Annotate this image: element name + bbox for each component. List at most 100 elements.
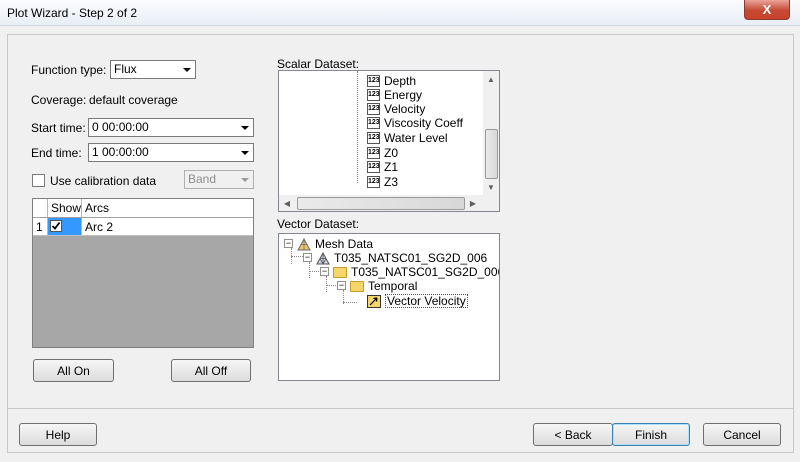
end-time-dropdown[interactable]: 1 00:00:00 bbox=[88, 143, 254, 162]
tree-item-label: Mesh Data bbox=[315, 237, 374, 251]
start-time-dropdown[interactable]: 0 00:00:00 bbox=[88, 118, 254, 137]
scroll-left-icon[interactable]: ◀ bbox=[279, 195, 295, 211]
scrollbar-corner bbox=[483, 195, 499, 211]
calibration-band-value: Band bbox=[188, 172, 217, 186]
column-show[interactable]: Show bbox=[48, 199, 82, 217]
cancel-button[interactable]: Cancel bbox=[703, 423, 781, 446]
start-time-label: Start time: bbox=[31, 121, 86, 135]
function-type-dropdown[interactable]: Flux bbox=[110, 60, 196, 79]
scalar-item-energy[interactable]: 123 Energy bbox=[367, 88, 422, 102]
collapse-icon[interactable]: − bbox=[284, 239, 293, 248]
scroll-right-icon[interactable]: ▶ bbox=[465, 195, 481, 211]
all-on-button[interactable]: All On bbox=[33, 359, 114, 382]
dataset-icon: 123 bbox=[367, 117, 380, 129]
finish-button[interactable]: Finish bbox=[612, 423, 690, 446]
vector-dataset-tree[interactable]: − Mesh Data − T035_NATSC01_SG2D_006 − T0… bbox=[278, 233, 500, 381]
scalar-item-label: Z0 bbox=[384, 146, 399, 160]
collapse-icon[interactable]: − bbox=[337, 281, 346, 290]
column-arcs[interactable]: Arcs bbox=[82, 199, 253, 217]
vertical-scrollbar[interactable]: ▲ ▼ bbox=[483, 71, 499, 195]
mesh-data-icon bbox=[297, 237, 311, 250]
scroll-down-icon[interactable]: ▼ bbox=[483, 179, 499, 195]
scalar-item-label: Z3 bbox=[384, 175, 399, 189]
show-cell[interactable] bbox=[48, 218, 82, 235]
arc-name-cell[interactable]: Arc 2 bbox=[82, 218, 253, 235]
scroll-thumb[interactable] bbox=[485, 129, 498, 179]
help-button[interactable]: Help bbox=[19, 423, 97, 446]
chevron-down-icon bbox=[237, 120, 252, 135]
tree-item-label: Vector Velocity bbox=[385, 294, 468, 308]
grid-header: Show Arcs bbox=[33, 199, 253, 218]
start-time-value: 0 00:00:00 bbox=[92, 120, 149, 134]
tree-mesh-data[interactable]: Mesh Data bbox=[297, 237, 373, 251]
close-icon: X bbox=[762, 2, 772, 17]
chevron-down-icon bbox=[237, 145, 252, 160]
show-checkbox[interactable] bbox=[50, 220, 62, 232]
tree-guide-line bbox=[326, 276, 327, 292]
folder-icon bbox=[350, 280, 364, 292]
tree-item-label: T035_NATSC01_SG2D_006 bbox=[334, 251, 488, 265]
scalar-item-water-level[interactable]: 123 Water Level bbox=[367, 131, 448, 145]
tree-guide-line bbox=[291, 256, 303, 257]
scalar-item-label: Velocity bbox=[384, 102, 426, 116]
dataset-icon: 123 bbox=[367, 75, 380, 87]
scalar-item-label: Water Level bbox=[384, 131, 448, 145]
chevron-down-icon bbox=[179, 62, 194, 77]
coverage-value: default coverage bbox=[89, 93, 178, 107]
calibration-band-dropdown: Band bbox=[184, 170, 254, 189]
tree-mesh-item[interactable]: T035_NATSC01_SG2D_006 bbox=[316, 251, 487, 265]
close-button[interactable]: X bbox=[744, 0, 790, 20]
back-button[interactable]: < Back bbox=[533, 423, 613, 446]
dataset-icon: 123 bbox=[367, 147, 380, 159]
h-scroll-thumb[interactable] bbox=[297, 197, 465, 210]
function-type-value: Flux bbox=[114, 62, 137, 76]
title-bar: Plot Wizard - Step 2 of 2 X bbox=[0, 0, 800, 26]
scalar-dataset-tree[interactable]: 123 Depth 123 Energy 123 Velocity 123 Viscos… bbox=[278, 70, 500, 212]
end-time-label: End time: bbox=[31, 146, 82, 160]
grid-corner bbox=[33, 199, 48, 217]
collapse-icon[interactable]: − bbox=[303, 253, 312, 262]
vector-dataset-icon bbox=[367, 294, 381, 308]
table-row[interactable]: 1 Arc 2 bbox=[33, 218, 253, 236]
tree-guide-line bbox=[357, 71, 358, 183]
tree-vector-velocity[interactable]: Vector Velocity bbox=[367, 294, 468, 308]
tree-folder-item[interactable]: T035_NATSC01_SG2D_006 bbox=[333, 265, 500, 279]
function-type-label: Function type: bbox=[31, 63, 107, 77]
coverage-label: Coverage: bbox=[31, 93, 87, 107]
scalar-item-label: Depth bbox=[384, 74, 417, 88]
scalar-item-depth[interactable]: 123 Depth bbox=[367, 74, 416, 88]
scalar-item-viscosity[interactable]: 123 Viscosity Coeff bbox=[367, 116, 463, 130]
dataset-icon: 123 bbox=[367, 103, 380, 115]
footer-divider bbox=[7, 408, 794, 409]
tree-guide-line bbox=[343, 302, 357, 303]
calibration-checkbox[interactable] bbox=[32, 174, 45, 187]
window-title: Plot Wizard - Step 2 of 2 bbox=[7, 6, 138, 20]
end-time-value: 1 00:00:00 bbox=[92, 145, 149, 159]
arcs-grid: Show Arcs 1 Arc 2 bbox=[32, 198, 254, 348]
scalar-item-z1[interactable]: 123 Z1 bbox=[367, 160, 398, 174]
dataset-icon: 123 bbox=[367, 176, 380, 188]
dataset-icon: 123 bbox=[367, 132, 380, 144]
tree-temporal[interactable]: Temporal bbox=[350, 279, 417, 293]
scalar-item-z3[interactable]: 123 Z3 bbox=[367, 175, 398, 189]
tree-guide-line bbox=[309, 262, 310, 278]
scalar-item-label: Z1 bbox=[384, 160, 399, 174]
all-off-button[interactable]: All Off bbox=[171, 359, 251, 382]
scroll-up-icon[interactable]: ▲ bbox=[483, 71, 499, 87]
collapse-icon[interactable]: − bbox=[320, 267, 329, 276]
scalar-item-velocity[interactable]: 123 Velocity bbox=[367, 102, 425, 116]
tree-item-label: T035_NATSC01_SG2D_006 bbox=[351, 265, 500, 279]
horizontal-scrollbar[interactable]: ◀ ▶ bbox=[279, 195, 483, 211]
scalar-item-label: Viscosity Coeff bbox=[384, 116, 463, 130]
mesh-icon bbox=[316, 251, 330, 265]
vector-dataset-label: Vector Dataset: bbox=[277, 217, 360, 231]
tree-item-label: Temporal bbox=[368, 279, 418, 293]
chevron-down-icon bbox=[237, 172, 252, 187]
dataset-icon: 123 bbox=[367, 89, 380, 101]
scalar-dataset-label: Scalar Dataset: bbox=[277, 57, 360, 71]
dataset-icon: 123 bbox=[367, 161, 380, 173]
checkmark-icon bbox=[51, 221, 61, 230]
scalar-item-z0[interactable]: 123 Z0 bbox=[367, 146, 398, 160]
folder-icon bbox=[333, 266, 347, 278]
calibration-label: Use calibration data bbox=[50, 174, 157, 188]
